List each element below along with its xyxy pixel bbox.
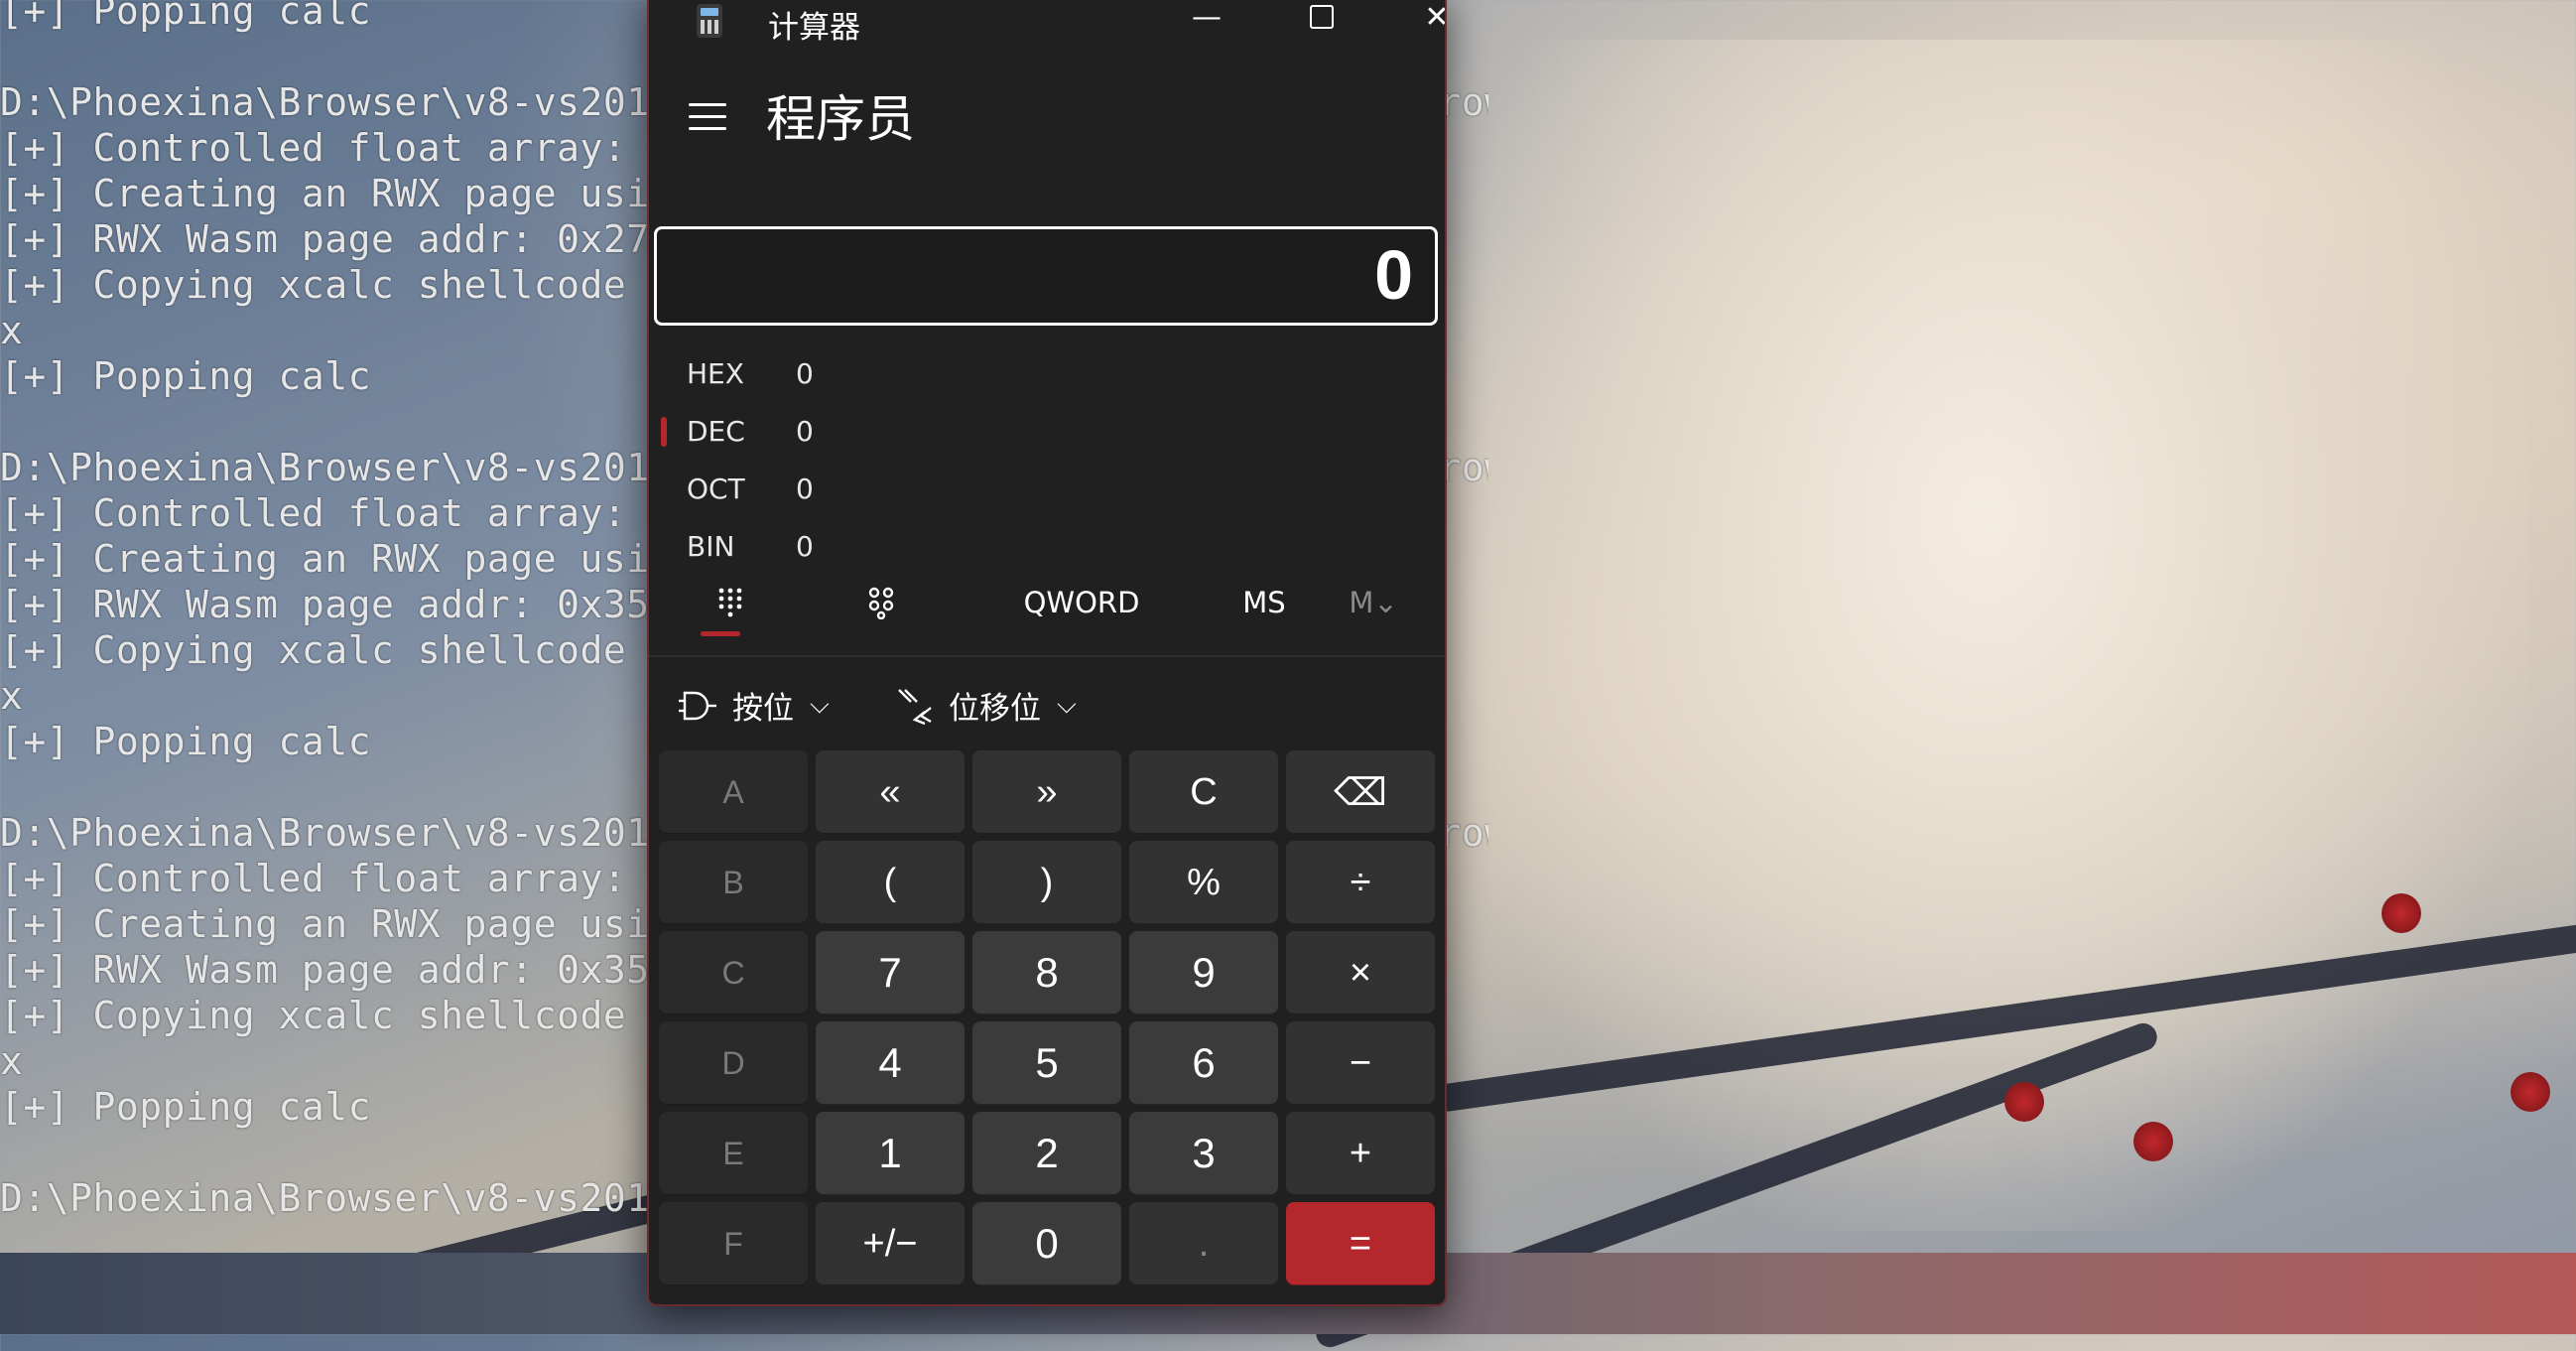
selected-radix-indicator [661,417,667,447]
close-paren-key[interactable]: ) [972,841,1121,924]
radix-label: DEC [687,415,745,448]
digit-8-key[interactable]: 8 [972,931,1121,1014]
modulo-key[interactable]: % [1129,841,1278,924]
digit-6-key[interactable]: 6 [1129,1021,1278,1105]
wallpaper-flower [2004,1082,2044,1122]
wallpaper-figure [1439,40,2530,1231]
maximize-icon [1310,5,1334,29]
bit-flip-icon [868,587,894,619]
decimal-key: . [1129,1202,1278,1285]
full-keypad-button[interactable] [701,568,760,637]
equals-key[interactable]: = [1286,1202,1435,1285]
word-size-button[interactable]: QWORD [972,568,1191,637]
close-button[interactable]: ✕ [1387,0,1445,42]
hex-digit-d-key: D [659,1021,808,1105]
maximize-button[interactable] [1272,0,1371,42]
shift-right-key[interactable]: » [972,750,1121,834]
clear-key[interactable]: C [1129,750,1278,834]
digit-1-key[interactable]: 1 [816,1112,965,1195]
hamburger-icon-line [689,115,726,118]
radix-value: 0 [796,415,814,448]
bit-shift-dropdown[interactable]: 位移位 ⌵ [895,683,1077,728]
bitwise-label: 按位 [732,691,794,727]
radix-label: HEX [687,357,744,390]
memory-menu-button[interactable]: M⌄ [1324,568,1423,637]
wallpaper-flower [2382,893,2421,933]
hamburger-icon [689,103,726,106]
negate-key[interactable]: +/− [816,1202,965,1285]
calculator-app-icon [697,4,722,38]
hamburger-icon-line [689,127,726,130]
radix-label: BIN [687,530,735,563]
memory-store-button[interactable]: MS [1205,568,1324,637]
hex-digit-e-key: E [659,1112,808,1195]
radix-value: 0 [796,473,814,505]
digit-7-key[interactable]: 7 [816,931,965,1014]
display-value: 0 [1374,236,1413,314]
calculator-window: 计算器 — ✕ 程序员 0 HEX0DEC0OCT0BIN0 [647,0,1447,1306]
radix-row-oct[interactable]: OCT 0 [649,461,1046,516]
digit-9-key[interactable]: 9 [1129,931,1278,1014]
minimize-button[interactable]: — [1157,0,1256,42]
bitwise-operations-row: 按位 ⌵ 位移位 ⌵ [649,677,1445,737]
digit-5-key[interactable]: 5 [972,1021,1121,1105]
backspace-key[interactable]: ⌫ [1286,750,1435,834]
digit-4-key[interactable]: 4 [816,1021,965,1105]
radix-row-hex[interactable]: HEX 0 [649,345,1046,401]
hex-digit-a-key: A [659,750,808,834]
navigation-menu-button[interactable] [689,103,726,131]
wallpaper-flower [2133,1122,2173,1161]
wallpaper-flower [2511,1072,2550,1112]
chevron-down-icon: ⌵ [810,690,830,720]
subtract-key[interactable]: − [1286,1021,1435,1105]
radix-label: OCT [687,473,745,505]
digit-0-key[interactable]: 0 [972,1202,1121,1285]
digit-2-key[interactable]: 2 [972,1112,1121,1195]
radix-value: 0 [796,357,814,390]
window-title: 计算器 [768,10,860,46]
bit-shift-icon [898,688,932,725]
mode-title: 程序员 [766,90,915,148]
bitwise-dropdown[interactable]: 按位 ⌵ [679,683,830,728]
result-display: 0 [654,226,1438,326]
hex-digit-f-key: F [659,1202,808,1285]
multiply-key[interactable]: × [1286,931,1435,1014]
bit-shift-label: 位移位 [949,691,1041,727]
keypad-icon [718,588,742,617]
programmer-toolbar: QWORD MS M⌄ [649,568,1445,647]
radix-row-bin[interactable]: BIN 0 [649,518,1046,574]
title-bar[interactable]: 计算器 — ✕ [649,0,1445,46]
active-tab-indicator [701,631,740,636]
divide-key[interactable]: ÷ [1286,841,1435,924]
radix-row-dec[interactable]: DEC 0 [649,403,1046,459]
hex-digit-c-key: C [659,931,808,1014]
radix-value: 0 [796,530,814,563]
minimize-icon: — [1192,0,1222,35]
chevron-down-icon: ⌵ [1057,690,1077,720]
digit-3-key[interactable]: 3 [1129,1112,1278,1195]
close-icon: ✕ [1424,0,1445,35]
logic-gate-icon [679,691,716,720]
open-paren-key[interactable]: ( [816,841,965,924]
hex-digit-b-key: B [659,841,808,924]
bit-toggling-keypad-button[interactable] [851,568,911,637]
shift-left-key[interactable]: « [816,750,965,834]
toolbar-divider [649,655,1445,657]
add-key[interactable]: + [1286,1112,1435,1195]
